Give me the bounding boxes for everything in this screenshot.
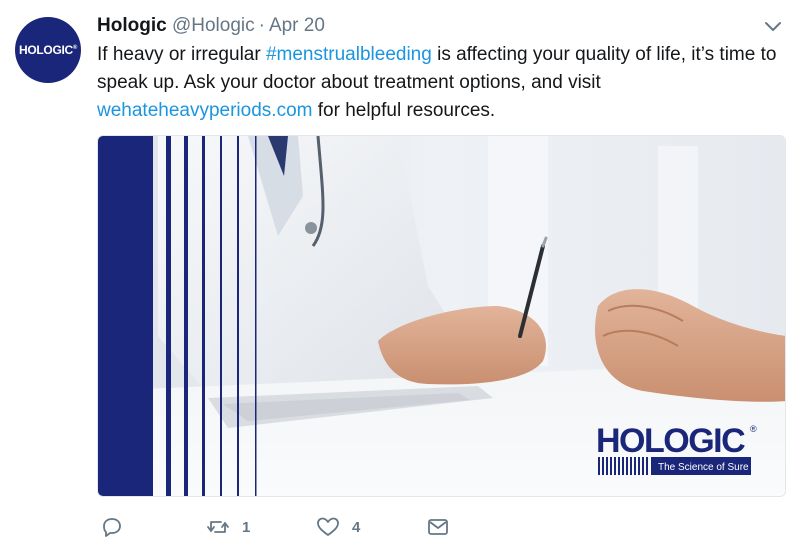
brand-registered-mark: ® xyxy=(750,424,757,434)
avatar-logo-text: HOLOGIC® xyxy=(18,43,78,57)
reply-button[interactable] xyxy=(101,512,123,542)
brand-logo: HOLOGIC xyxy=(596,422,745,460)
direct-message-button[interactable] xyxy=(427,512,449,542)
envelope-icon xyxy=(428,519,448,535)
tweet[interactable]: HOLOGIC® Hologic @Hologic · Apr 20 If heav… xyxy=(0,0,800,554)
brand-tagline: The Science of Sure xyxy=(658,462,749,473)
tweet-header: Hologic @Hologic · Apr 20 xyxy=(97,14,325,38)
tweet-text-part: If heavy or irregular xyxy=(97,44,266,65)
like-button[interactable]: 4 xyxy=(316,512,360,542)
retweet-icon xyxy=(207,521,229,533)
separator-dot: · xyxy=(258,15,265,36)
tweet-media-image[interactable]: HOLOGIC ® The Science of Sure xyxy=(97,135,786,497)
display-name[interactable]: Hologic xyxy=(97,15,167,36)
avatar[interactable]: HOLOGIC® xyxy=(15,17,81,83)
like-count: 4 xyxy=(352,518,361,536)
timestamp[interactable]: Apr 20 xyxy=(269,15,325,36)
chevron-down-icon[interactable] xyxy=(762,19,784,35)
url-link[interactable]: wehateheavyperiods.com xyxy=(97,100,312,121)
media-illustration: HOLOGIC ® The Science of Sure xyxy=(98,136,785,496)
retweet-count: 1 xyxy=(242,518,251,536)
retweet-button[interactable]: 1 xyxy=(206,512,250,542)
tweet-actions: 1 4 xyxy=(97,512,786,542)
tweet-text-part: for helpful resources. xyxy=(312,100,496,121)
reply-icon xyxy=(103,518,121,537)
handle[interactable]: @Hologic xyxy=(172,15,255,36)
heart-icon xyxy=(317,517,339,536)
tweet-text: If heavy or irregular #menstrualbleeding… xyxy=(97,41,797,125)
hashtag-link[interactable]: #menstrualbleeding xyxy=(266,44,432,65)
